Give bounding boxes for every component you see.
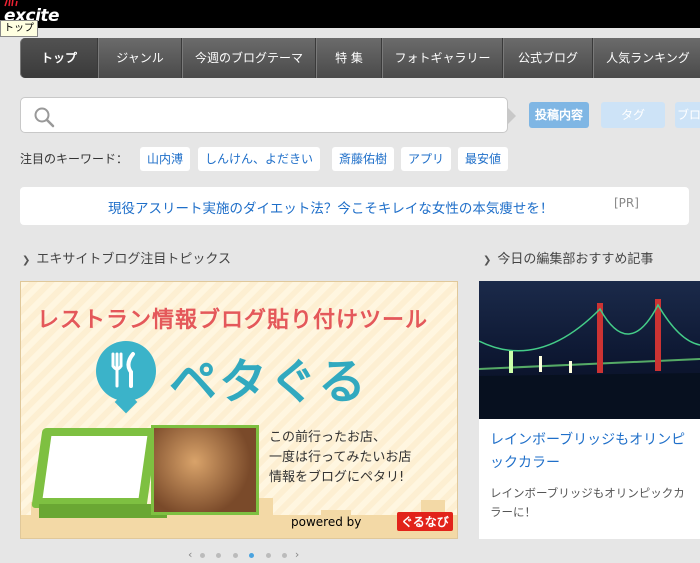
keyword-link[interactable]: 最安値 (458, 147, 509, 171)
food-photo (151, 425, 259, 515)
chevron-right-icon: ❯ (483, 255, 492, 266)
nav-item-top[interactable]: トップ (20, 38, 98, 78)
search-tab-posts[interactable]: 投稿内容 (529, 102, 589, 128)
banner-title: レストラン情報ブログ貼り付けツール (37, 308, 429, 333)
featured-banner[interactable]: レストラン情報ブログ貼り付けツール ペタぐる この前行ったお店、 一度は行ってみ… (20, 281, 458, 539)
card-description: レインボーブリッジもオリンピックカラーに！ (490, 486, 685, 519)
keyword-link[interactable]: アプリ (401, 147, 452, 171)
keyword-link[interactable]: 斎藤佑樹 (332, 147, 395, 171)
laptop-screen (42, 436, 148, 498)
editors-pick-card[interactable]: レインボーブリッジもオリンピックカラー レインボーブリッジもオリンピックカラーに… (479, 281, 700, 539)
powered-by-label: powered by (291, 515, 362, 529)
carousel-dot-active[interactable] (249, 552, 255, 558)
section-title-topics: ❯ エキサイトブログ注目トピックス (22, 252, 232, 267)
nav-item-photo-gallery[interactable]: フォトギャラリー (382, 38, 503, 78)
main-nav: トップ ジャンル 今週のブログテーマ 特 集 フォトギャラリー 公式ブログ 人気… (20, 38, 700, 78)
nav-item-ranking[interactable]: 人気ランキング (593, 38, 700, 78)
pr-tag: [PR] (614, 196, 639, 210)
chevron-right-icon: ❯ (22, 255, 31, 266)
carousel-prev-icon[interactable]: ‹ (188, 548, 192, 561)
search-arrow (508, 108, 516, 124)
search-icon (34, 107, 55, 128)
section-title-editors-picks: ❯ 今日の編集部おすすめ記事 (483, 252, 654, 267)
carousel-dot[interactable] (232, 552, 238, 558)
keywords-label: 注目のキーワード： (20, 152, 129, 166)
keyword-link[interactable]: 山内溥 (140, 147, 191, 171)
banner-brand: ペタぐる (169, 354, 369, 410)
nav-item-official-blog[interactable]: 公式ブログ (503, 38, 593, 78)
search-tab-tags[interactable]: タグ (601, 102, 665, 128)
search-box (20, 97, 508, 133)
nav-item-genre[interactable]: ジャンル (98, 38, 182, 78)
banner-copy: この前行ったお店、 一度は行ってみたいお店 情報をブログにペタリ! (269, 430, 412, 485)
nav-item-weekly-theme[interactable]: 今週のブログテーマ (182, 38, 316, 78)
gurunavi-logo: ぐるなび (397, 512, 453, 531)
card-title-link[interactable]: レインボーブリッジもオリンピックカラー (490, 429, 690, 475)
search-input[interactable] (65, 104, 499, 128)
carousel-dot[interactable] (282, 552, 288, 558)
logo-crown-icon (4, 0, 18, 7)
carousel-dot[interactable] (265, 552, 271, 558)
nav-item-feature[interactable]: 特 集 (316, 38, 382, 78)
pr-banner: 現役アスリート実施のダイエット法？今こそキレイな女性の本気痩せを！ [PR] (20, 187, 689, 225)
carousel-dot[interactable] (216, 552, 222, 558)
keyword-link[interactable]: しんけん、よだきい (198, 147, 321, 171)
carousel-dot[interactable] (199, 552, 205, 558)
tooltip: トップ (0, 20, 38, 37)
carousel-next-icon[interactable]: › (295, 548, 299, 561)
search-tab-blog[interactable]: ブログ (675, 102, 700, 128)
rainbow-bridge-photo (479, 281, 700, 419)
top-bar: excite トップ (0, 0, 700, 37)
fork-knife-icon (105, 350, 145, 399)
carousel-pager: ‹ › (188, 548, 299, 561)
laptop-base (39, 504, 167, 518)
pr-link[interactable]: 現役アスリート実施のダイエット法？今こそキレイな女性の本気痩せを！ (108, 197, 553, 217)
